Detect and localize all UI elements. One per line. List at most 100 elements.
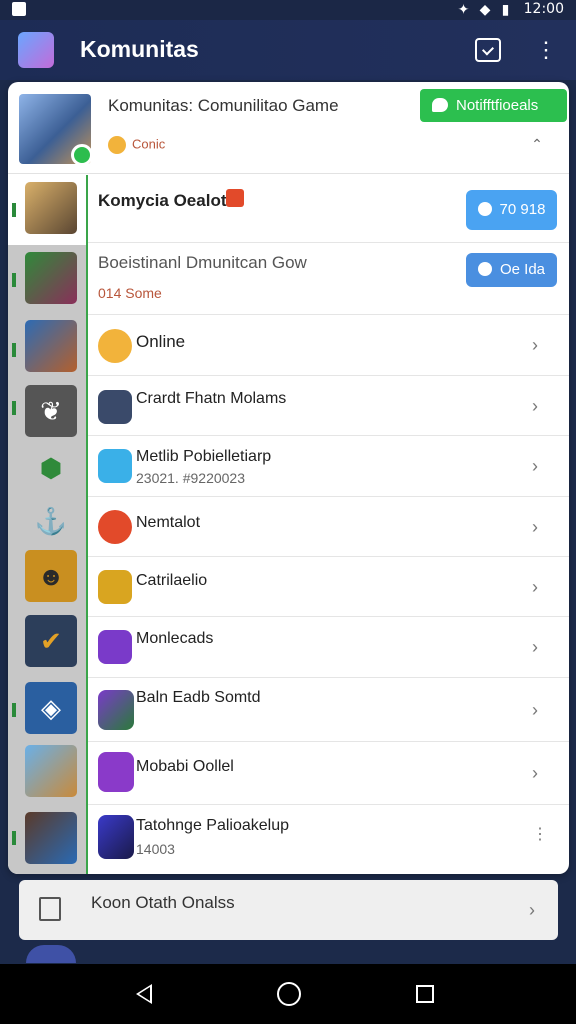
chevron-right-icon: › <box>532 637 538 657</box>
home-icon[interactable] <box>277 982 301 1006</box>
community-subtitle: Conic <box>108 136 165 154</box>
row-label: Monlecads <box>136 630 214 647</box>
rail-face-icon[interactable]: ☻ <box>25 550 77 602</box>
rail-indicator <box>12 203 16 217</box>
list-icon <box>39 897 61 921</box>
chevron-right-icon: › <box>532 396 538 416</box>
battery-icon: ▮ <box>501 2 510 18</box>
anchor-icon: ⚓ <box>34 506 68 536</box>
red-orb-icon <box>98 510 132 544</box>
smile-icon <box>108 136 126 154</box>
member-count-pill[interactable]: 70 918 <box>466 190 557 230</box>
rail-leaf-icon[interactable]: ❦ <box>25 385 77 437</box>
more-vert-icon[interactable]: ⋮ <box>532 825 548 845</box>
community-name: Komunitas: Comunilitao Game <box>108 96 339 115</box>
row-label: Crardt Fhatn Molams <box>136 390 287 407</box>
list-item[interactable]: Online › <box>88 315 569 376</box>
list-item[interactable]: Catrilaelio › <box>88 557 569 617</box>
list-item[interactable]: Baln Eadb Somtd › <box>88 678 569 742</box>
pill-icon <box>477 202 492 216</box>
row-label: Tatohnge Palioakelup <box>136 817 290 834</box>
rail-indicator <box>12 273 16 287</box>
turtle-icon: ⬢ <box>39 453 63 483</box>
hero-portrait-icon <box>98 690 134 730</box>
clock-text: 12:00 <box>523 1 564 17</box>
purple-sword-icon <box>98 815 134 859</box>
rail-indicator <box>12 401 16 415</box>
list-item[interactable]: Mobabi Oollel › <box>88 742 569 805</box>
purple-orb-icon <box>98 752 134 792</box>
channel-rail: ❦ ⬢ ⚓ ☻ ✔ ◈ <box>8 175 88 874</box>
community-sheet: Komunitas: Comunilitao Game Conic Notiff… <box>8 82 569 874</box>
list-item[interactable]: Tatohnge Palioakelup 14003 ⋮ <box>88 805 569 873</box>
pill-label: 70 918 <box>499 201 546 218</box>
rail-check-icon[interactable]: ✔ <box>25 615 77 667</box>
rail-anchor-icon[interactable]: ⚓ <box>25 495 77 547</box>
row-label: Baln Eadb Somtd <box>136 689 261 706</box>
rail-hero-icon[interactable] <box>25 182 77 234</box>
rail-warrior-icon[interactable] <box>25 812 77 864</box>
notification-icon <box>12 2 26 16</box>
chevron-right-icon: › <box>532 456 538 476</box>
pill-label: Oe Ida <box>499 261 546 278</box>
notify-button-label: Notifftfioeals <box>456 97 539 114</box>
rail-indicator <box>12 703 16 717</box>
chevron-right-icon: › <box>532 763 538 783</box>
row-sub: 14003 <box>136 841 175 857</box>
chevron-right-icon: › <box>532 517 538 537</box>
list-item[interactable]: Crardt Fhatn Molams › <box>88 376 569 436</box>
chevron-right-icon: › <box>532 700 538 720</box>
chevron-right-icon: › <box>532 335 538 355</box>
rail-cowboy-icon[interactable] <box>25 745 77 797</box>
pill-icon <box>477 262 492 276</box>
chevron-up-icon[interactable]: ⌃ <box>527 136 547 156</box>
list-item[interactable]: Monlecads › <box>88 617 569 678</box>
list-item[interactable]: Boeistinanl Dmunitcan Gow 014 Some Oe Id… <box>88 243 569 315</box>
rail-indicator <box>12 343 16 357</box>
peek-avatar <box>26 945 76 963</box>
list-item[interactable]: Metlib Pobielletiarp 23021. #9220023 › <box>88 436 569 497</box>
list-item[interactable]: Nemtalot › <box>88 497 569 557</box>
rail-forest-icon[interactable] <box>25 252 77 304</box>
app-logo-icon[interactable] <box>18 32 54 68</box>
wifi-icon: ◆ <box>479 2 491 18</box>
row-label: Boeistinanl Dmunitcan Gow <box>98 253 307 272</box>
chevron-right-icon: › <box>532 577 538 597</box>
gold-trophy-icon <box>98 570 132 604</box>
back-icon[interactable] <box>136 984 152 1004</box>
notify-button[interactable]: Notifftfioeals <box>420 89 567 122</box>
vibrate-icon: ✦ <box>457 2 470 18</box>
bottom-card[interactable]: Koon Otath Onalss › <box>19 880 558 940</box>
community-avatar[interactable] <box>19 94 93 166</box>
rail-diamond-icon[interactable]: ◈ <box>25 682 77 734</box>
status-icons: ✦ ◆ ▮ 12:00 <box>457 1 564 18</box>
purple-gem-icon <box>98 630 132 664</box>
status-bar: ✦ ◆ ▮ 12:00 <box>0 0 576 20</box>
row-label: Komycia Oealot <box>98 191 227 210</box>
chevron-right-icon: › <box>529 900 535 920</box>
check-calendar-icon[interactable] <box>475 38 501 62</box>
subtitle-text: Conic <box>132 136 166 152</box>
row-sub: 014 Some <box>98 285 162 301</box>
list-item[interactable]: Komycia Oealot 70 918 <box>88 175 569 243</box>
more-vert-icon[interactable]: ⋮ <box>535 36 557 64</box>
rail-indicator <box>12 831 16 845</box>
app-title: Komunitas <box>80 36 199 62</box>
check-icon: ✔ <box>40 626 62 656</box>
status-pill[interactable]: Oe Ida <box>466 253 557 287</box>
rail-battle-icon[interactable] <box>25 320 77 372</box>
row-label: Metlib Pobielletiarp <box>136 448 272 465</box>
smile-icon <box>98 329 132 363</box>
row-sub: 23021. #9220023 <box>136 470 245 486</box>
recents-icon[interactable] <box>416 985 434 1003</box>
treasure-chest-icon <box>98 390 132 424</box>
community-header: Komunitas: Comunilitao Game Conic Notiff… <box>8 82 569 174</box>
rail-turtle-icon[interactable]: ⬢ <box>25 442 77 494</box>
row-label: Mobabi Oollel <box>136 758 234 775</box>
app-bar: Komunitas ⋮ <box>0 20 576 80</box>
row-label: Online <box>136 332 186 351</box>
gift-icon <box>226 189 244 207</box>
row-label: Nemtalot <box>136 514 201 531</box>
face-icon: ☻ <box>37 561 65 591</box>
system-nav-bar <box>0 964 576 1024</box>
